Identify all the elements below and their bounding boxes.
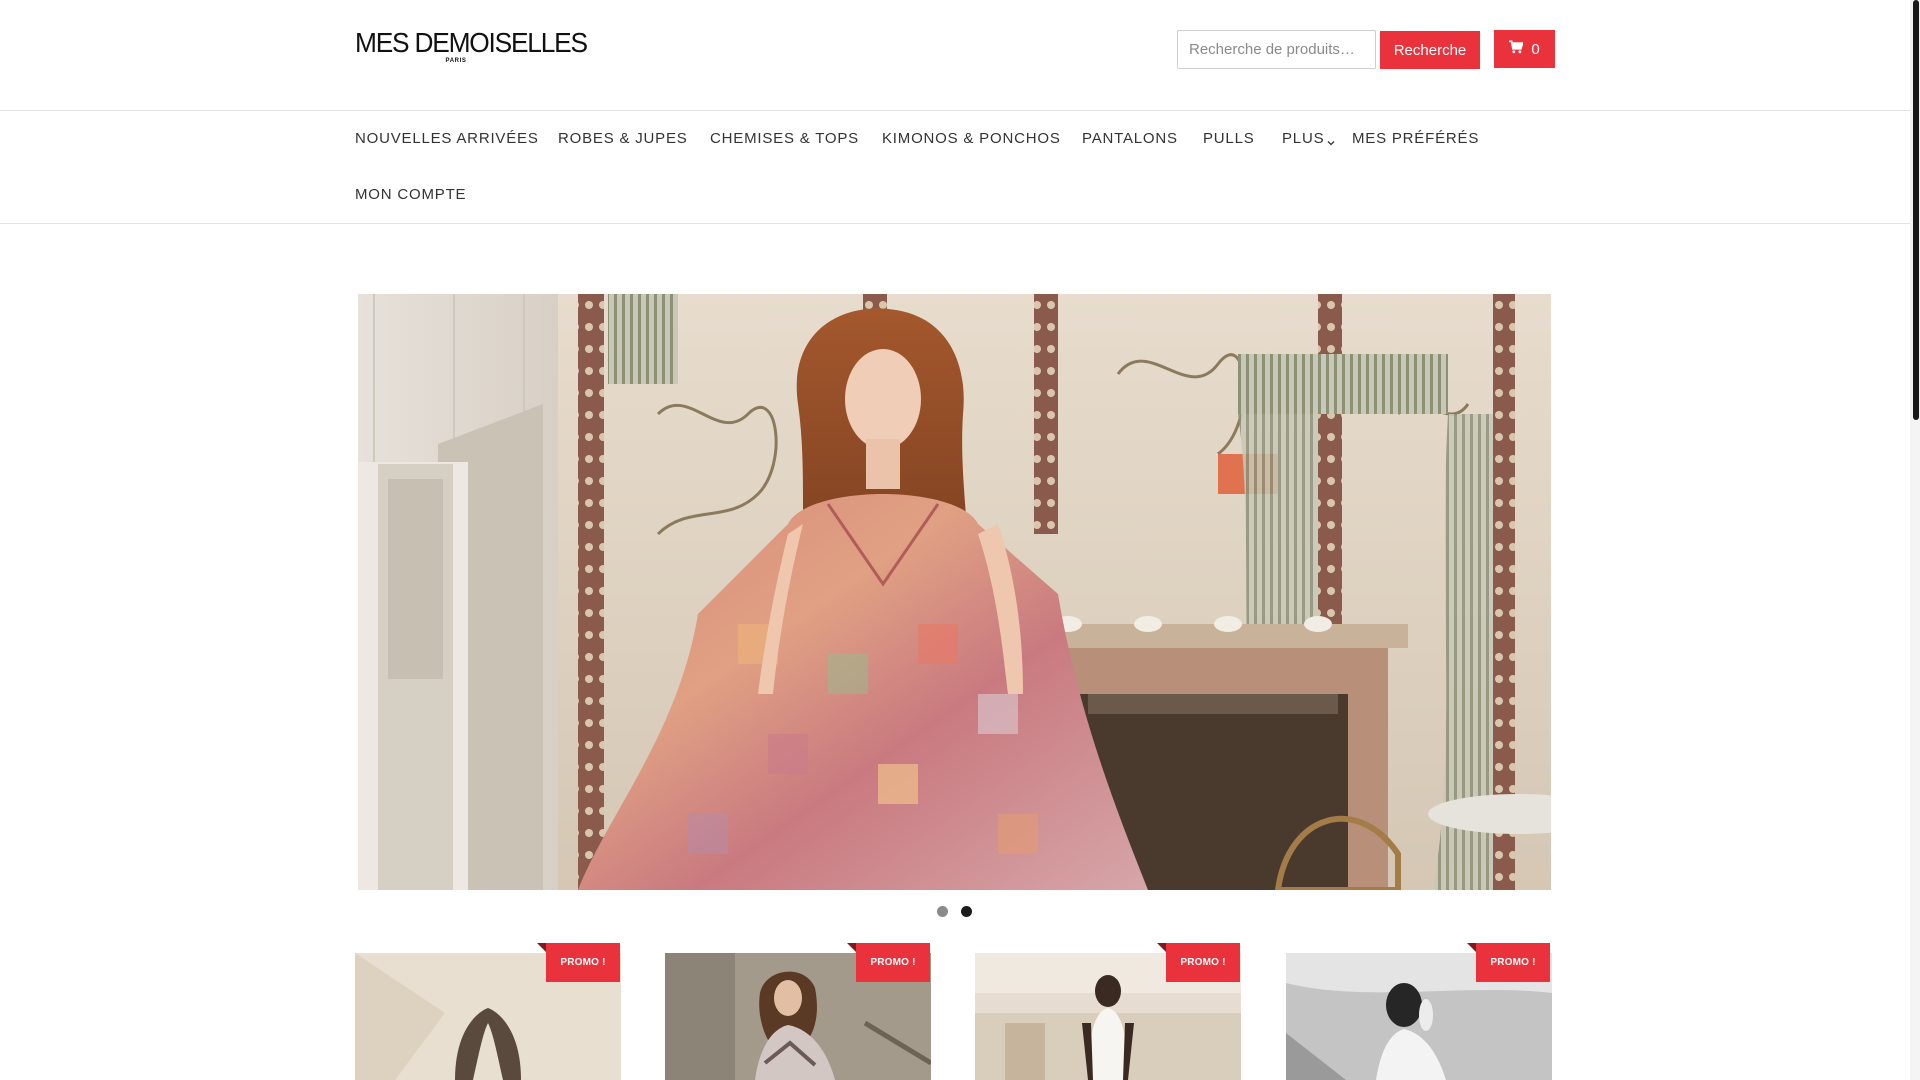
slider-dot-1[interactable] bbox=[937, 906, 948, 917]
scrollbar-thumb[interactable] bbox=[1913, 0, 1919, 420]
promo-badge: PROMO ! bbox=[546, 943, 620, 982]
nav-item-chemises-tops[interactable]: CHEMISES & TOPS bbox=[710, 130, 859, 148]
search-input[interactable] bbox=[1177, 30, 1376, 69]
header-divider bbox=[0, 110, 1910, 111]
search-button[interactable]: Recherche bbox=[1380, 31, 1480, 69]
chevron-down-icon[interactable] bbox=[1327, 134, 1335, 146]
nav-item-mon-compte[interactable]: MON COMPTE bbox=[355, 186, 466, 204]
promo-badge: PROMO ! bbox=[1476, 943, 1550, 982]
hero-slider[interactable] bbox=[358, 294, 1551, 890]
promo-badge: PROMO ! bbox=[1166, 943, 1240, 982]
cart-count: 0 bbox=[1531, 40, 1540, 58]
page-scrollbar[interactable] bbox=[1910, 0, 1920, 1080]
promo-badge: PROMO ! bbox=[856, 943, 930, 982]
cart-icon bbox=[1509, 40, 1525, 58]
site-logo[interactable]: MES DEMOISELLES PARIS bbox=[355, 27, 588, 65]
nav-divider bbox=[0, 223, 1910, 224]
nav-item-plus[interactable]: PLUS bbox=[1282, 130, 1324, 148]
nav-item-mes-preferes[interactable]: MES PRÉFÉRÉS bbox=[1352, 130, 1479, 148]
nav-item-pantalons[interactable]: PANTALONS bbox=[1082, 130, 1178, 148]
cart-button[interactable]: 0 bbox=[1494, 30, 1555, 68]
nav-item-pulls[interactable]: PULLS bbox=[1203, 130, 1255, 148]
logo-subline: PARIS bbox=[445, 58, 467, 64]
slider-dot-2[interactable] bbox=[961, 906, 972, 917]
nav-item-nouvelles-arrivees[interactable]: NOUVELLES ARRIVÉES bbox=[355, 130, 539, 148]
nav-item-robes-jupes[interactable]: ROBES & JUPES bbox=[558, 130, 688, 148]
logo-wordmark: MES DEMOISELLES bbox=[355, 27, 588, 58]
hero-image bbox=[358, 294, 1551, 890]
nav-item-kimonos-ponchos[interactable]: KIMONOS & PONCHOS bbox=[882, 130, 1061, 148]
